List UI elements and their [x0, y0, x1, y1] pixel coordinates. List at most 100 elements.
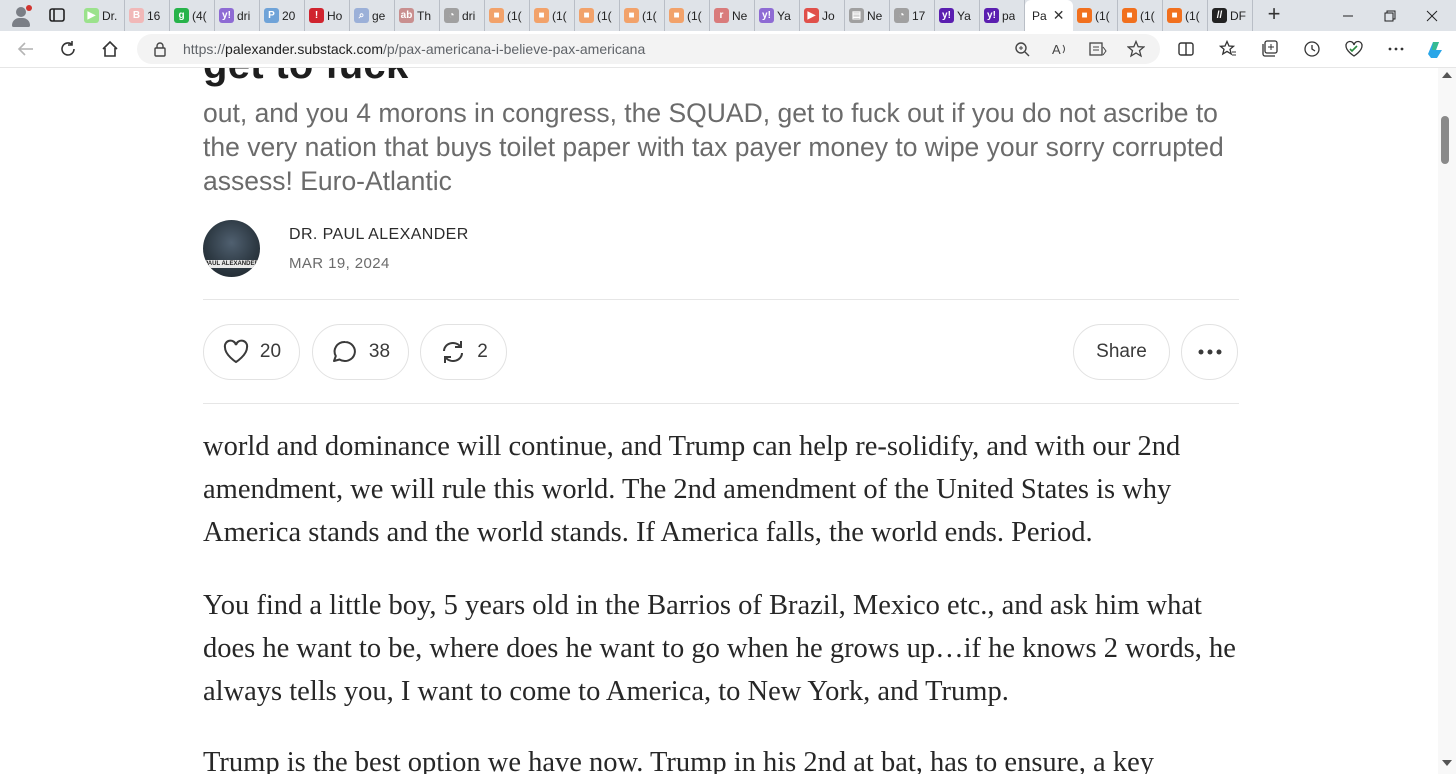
like-count: 20 — [259, 341, 282, 362]
browser-tab[interactable]: y! Ya — [755, 0, 800, 31]
tab-title: (1( — [642, 8, 657, 23]
browser-tab[interactable]: B 16 — [125, 0, 170, 31]
author-avatar[interactable]: PAUL ALEXANDER — [203, 220, 260, 277]
comment-count: 38 — [368, 341, 391, 362]
comment-button[interactable]: 38 — [312, 324, 409, 380]
profile-icon[interactable] — [10, 5, 32, 27]
browser-tab[interactable]: g (4( — [170, 0, 215, 31]
browser-tab[interactable]: ■ (1( — [485, 0, 530, 31]
post-date: MAR 19, 2024 — [289, 255, 390, 272]
new-tab-button[interactable]: + — [1262, 3, 1286, 27]
split-screen-icon[interactable] — [1176, 39, 1196, 59]
body-paragraph: world and dominance will continue, and T… — [203, 431, 1181, 548]
browser-tab[interactable]: ◔ dri — [440, 0, 485, 31]
browser-tab[interactable]: ■ (1( — [575, 0, 620, 31]
browser-tab[interactable]: ■ (1( — [620, 0, 665, 31]
body-paragraph: You find a little boy, 5 years old in th… — [203, 590, 1236, 707]
tab-title: Dr. — [102, 8, 118, 23]
minimize-button[interactable] — [1326, 0, 1370, 31]
browser-tab[interactable]: //DF — [1208, 0, 1253, 31]
restack-icon — [443, 341, 464, 363]
tab-title: Ya — [777, 8, 791, 23]
browser-tab[interactable]: ▤ Ne — [845, 0, 890, 31]
tab-title: 16 — [147, 8, 161, 23]
tab-title: Th — [417, 8, 432, 23]
favorites-icon[interactable] — [1218, 39, 1238, 59]
browser-tab[interactable]: ■ (1( — [530, 0, 575, 31]
browser-tab[interactable]: P 20 — [260, 0, 305, 31]
more-options-icon[interactable] — [1386, 39, 1406, 59]
svg-text:A: A — [1052, 42, 1061, 57]
browser-tab[interactable]: ▶ Jo — [800, 0, 845, 31]
tab-favicon-icon: ◔ — [894, 8, 909, 23]
scroll-up-arrow-icon[interactable] — [1442, 72, 1452, 78]
tab-favicon-icon: P — [264, 8, 279, 23]
zoom-icon[interactable] — [1013, 40, 1031, 58]
tab-title: 17 — [912, 8, 926, 23]
author-name[interactable]: DR. PAUL ALEXANDER — [289, 226, 469, 244]
scroll-thumb[interactable] — [1441, 116, 1449, 164]
tab-title: (1( — [1140, 8, 1155, 23]
tab-favicon-icon: ■ — [1167, 8, 1182, 23]
tab-favicon-icon: // — [1212, 8, 1227, 23]
tab-favicon-icon: ■ — [624, 8, 639, 23]
browser-tab[interactable]: ■ (1( — [1073, 0, 1118, 31]
more-actions-button[interactable] — [1181, 324, 1238, 380]
scroll-down-arrow-icon[interactable] — [1442, 760, 1452, 766]
tab-title: pa — [1002, 8, 1016, 23]
refresh-icon[interactable] — [58, 39, 78, 59]
browser-tab[interactable]: y! Ya — [935, 0, 980, 31]
tab-favicon-icon: g — [174, 8, 189, 23]
home-icon[interactable] — [100, 39, 120, 59]
tab-title: (1( — [597, 8, 612, 23]
tab-list: ▶ Dr. B 16 g (4(y! dri P 20! Ho ⌕ ge ab Th ◔ dri ■ (1(■ (1… — [80, 0, 1253, 31]
browser-tab[interactable]: ■ (1( — [1118, 0, 1163, 31]
tab-favicon-icon: ■ — [534, 8, 549, 23]
like-button[interactable]: 20 — [203, 324, 300, 380]
browser-tab[interactable]: ▶ Dr. — [80, 0, 125, 31]
tab-favicon-icon: ab — [399, 8, 414, 23]
read-aloud-icon[interactable]: A — [1051, 40, 1069, 58]
page-scrollbar[interactable] — [1438, 68, 1456, 774]
browser-tab[interactable]: ab Th — [395, 0, 440, 31]
tab-favicon-icon: B — [129, 8, 144, 23]
browser-toolbar: https://palexander.substack.com/p/pax-am… — [0, 31, 1456, 68]
url-text[interactable]: https://palexander.substack.com/p/pax-am… — [183, 41, 645, 57]
active-tab[interactable]: Pa ✕ — [1025, 0, 1073, 31]
favorite-star-icon[interactable] — [1127, 40, 1145, 58]
restack-button[interactable]: 2 — [420, 324, 507, 380]
tab-strip: ▶ Dr. B 16 g (4(y! dri P 20! Ho ⌕ ge ab Th ◔ dri ■ (1(■ (1… — [0, 0, 1456, 31]
back-arrow-icon[interactable] — [16, 39, 36, 59]
close-window-button[interactable] — [1410, 0, 1454, 31]
browser-tab[interactable]: ■ (1( — [1163, 0, 1208, 31]
tab-favicon-icon: ▤ — [849, 8, 864, 23]
tab-title: 20 — [282, 8, 296, 23]
tab-title: Ne — [867, 8, 883, 23]
tab-title: DF — [1230, 8, 1246, 23]
tab-title: (1( — [1185, 8, 1200, 23]
tab-favicon-icon: ■ — [489, 8, 504, 23]
browser-tab[interactable]: ! Ho — [305, 0, 350, 31]
address-bar[interactable]: https://palexander.substack.com/p/pax-am… — [137, 34, 1160, 64]
browser-tab[interactable]: ■ (1( — [665, 0, 710, 31]
lock-icon[interactable] — [151, 40, 169, 58]
browser-tab[interactable]: y! dri — [215, 0, 260, 31]
copilot-icon[interactable] — [1424, 39, 1444, 59]
restore-button[interactable] — [1368, 0, 1412, 31]
divider — [203, 403, 1239, 404]
browser-tab[interactable]: r Ne — [710, 0, 755, 31]
tab-favicon-icon: y! — [984, 8, 999, 23]
collections-icon[interactable] — [1260, 39, 1280, 59]
close-tab-icon[interactable]: ✕ — [1053, 7, 1065, 24]
tab-actions-icon[interactable] — [48, 6, 66, 24]
share-button[interactable]: Share — [1073, 324, 1170, 380]
browser-tab[interactable]: ◔ 17 — [890, 0, 935, 31]
divider — [203, 299, 1239, 300]
history-icon[interactable] — [1302, 39, 1322, 59]
browser-tab[interactable]: ⌕ ge — [350, 0, 395, 31]
tab-favicon-icon: ■ — [1122, 8, 1137, 23]
tab-title: (1( — [552, 8, 567, 23]
immersive-reader-icon[interactable] — [1089, 40, 1107, 58]
browser-essentials-icon[interactable] — [1344, 39, 1364, 59]
browser-tab[interactable]: y! pa — [980, 0, 1025, 31]
